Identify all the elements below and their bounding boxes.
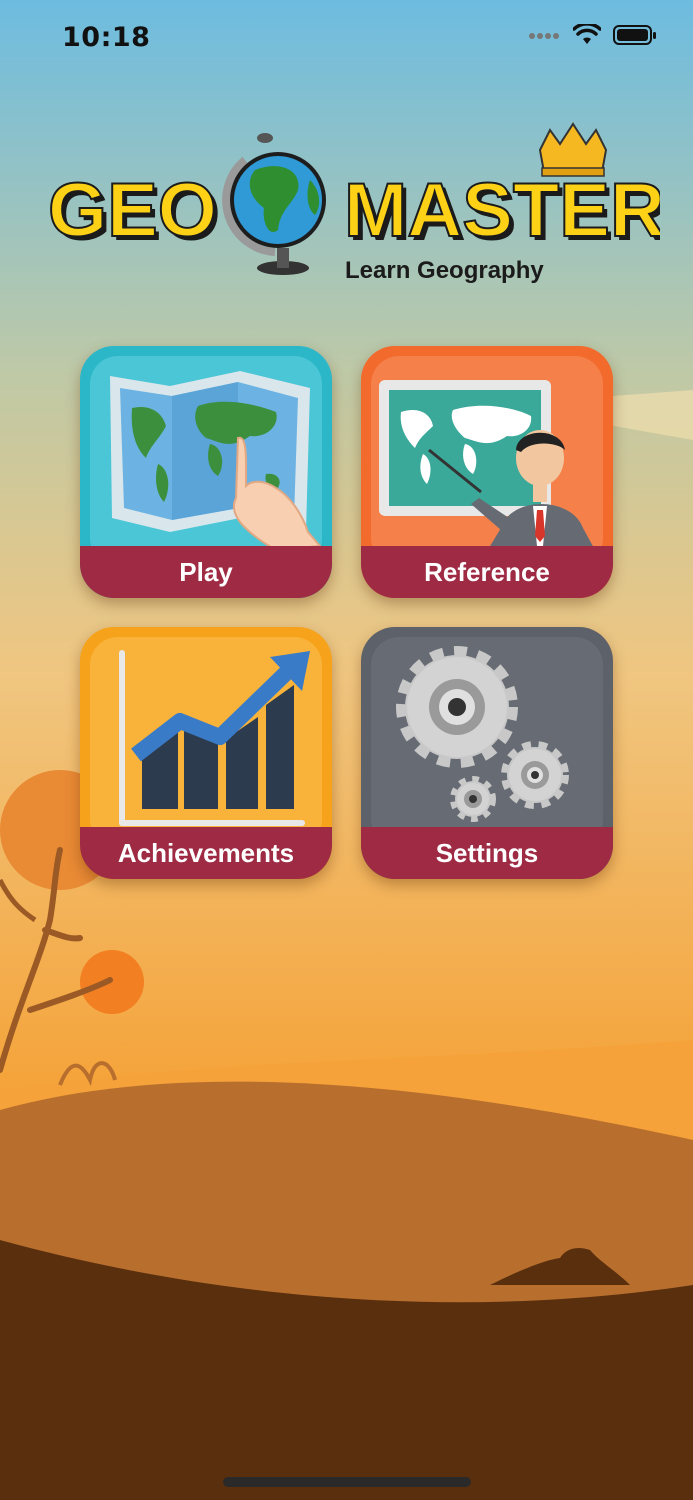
status-time: 10:18 [62,22,151,53]
settings-label: Settings [361,827,613,879]
settings-button[interactable]: Settings [361,627,613,879]
status-icons [529,24,657,46]
logo-tagline: Learn Geography [345,257,544,284]
play-label: Play [80,546,332,598]
play-button[interactable]: Play [80,346,332,598]
logo-word-master: MASTER [344,168,660,253]
reference-label: Reference [361,546,613,598]
crown-icon [538,122,608,177]
geo-master-logo: GEO GEO MASTER MASTER Learn Geography [47,122,660,284]
globe-icon [222,133,326,275]
achievements-button[interactable]: Achievements [80,627,332,879]
cellular-signal-icon [529,33,559,39]
achievements-label: Achievements [80,827,332,879]
wifi-icon [573,24,601,44]
reference-button[interactable]: Reference [361,346,613,598]
home-indicator[interactable] [223,1477,471,1487]
logo-word-geo: GEO [48,168,217,253]
battery-icon [613,25,656,45]
status-bar: 10:18 [0,0,693,80]
